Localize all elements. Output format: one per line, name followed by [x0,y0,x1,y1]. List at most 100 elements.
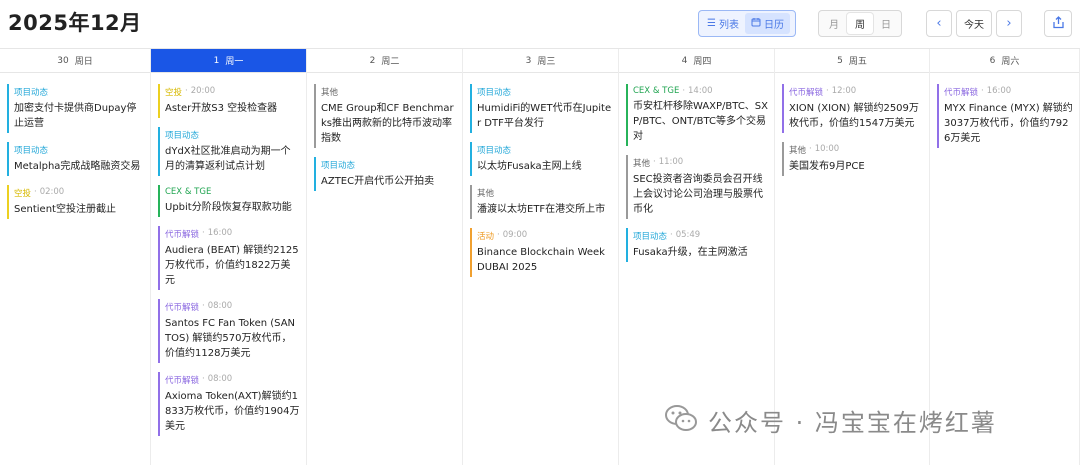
list-view-option[interactable]: ☰ 列表 [701,13,745,34]
event-card[interactable]: 项目动态 HumidiFi的WET代币在Jupiter DTF平台发行 [470,84,612,133]
weekday-label: 周日 [74,57,93,67]
event-category: 其他 [789,146,807,156]
event-category: 其他 [633,159,651,169]
event-card[interactable]: 代币解锁 · 08:00 Axioma Token(AXT)解锁约1833万枚代币，价… [158,372,300,436]
range-week-option[interactable]: 周 [847,13,873,34]
event-meta: 代币解锁 · 08:00 [165,374,300,386]
next-week-button[interactable]: › [996,10,1022,37]
event-category: 项目动态 [14,88,49,98]
event-meta: 项目动态 [477,144,612,156]
event-category: 代币解锁 [789,88,824,98]
day-events: 代币解锁 · 12:00 XION (XION) 解锁约2509万枚代币，价值约154… [775,73,929,176]
event-category: CEX & TGE [165,187,212,197]
event-card[interactable]: 其他 CME Group和CF Benchmarks推出两款新的比特币波动率指数 [314,84,456,148]
day-column: 3 周三 项目动态 HumidiFi的WET代币在Jupiter DTF平台发行 项目动… [463,49,619,465]
event-card[interactable]: 项目动态 Metalpha完成战略融资交易 [7,142,144,176]
event-card[interactable]: 空投 · 02:00 Sentient空投注册截止 [7,185,144,219]
event-time: 16:00 [207,228,233,238]
event-time: 16:00 [986,86,1012,96]
event-time: 11:00 [658,157,684,167]
weekday-label: 周三 [537,57,556,67]
weekday-label: 周一 [225,57,244,67]
event-card[interactable]: 其他潘渡以太坊ETF在港交所上市 [470,185,612,219]
event-time: 10:00 [814,144,840,154]
event-meta: 项目动态 [14,144,144,156]
day-header[interactable]: 6 周六 [930,49,1079,73]
event-card[interactable]: 代币解锁 · 08:00 Santos FC Fan Token (SANTOS) 解… [158,299,300,363]
day-events: CEX & TGE · 14:00 币安杠杆移除WAXP/BTC、SXP/BTC、ON… [619,73,774,262]
event-card[interactable]: 代币解锁 · 12:00 XION (XION) 解锁约2509万枚代币，价值约154… [782,84,923,133]
event-category: 代币解锁 [944,88,979,98]
event-card[interactable]: 活动 · 09:00 Binance Blockchain Week DUBAI 20… [470,228,612,277]
event-time: 14:00 [688,86,713,96]
event-card[interactable]: 项目动态 dYdX社区批准启动为期一个月的清算返利试点计划 [158,127,300,176]
day-column: 1 周一空投 · 20:00 Aster开放S3 空投检查器项目动态 dYdX社区批准启动… [151,49,307,465]
day-number: 2 [369,55,376,66]
event-card[interactable]: 项目动态 加密支付卡提供商Dupay停止运营 [7,84,144,133]
event-category: 项目动态 [477,88,512,98]
event-title: Metalpha完成战略融资交易 [14,161,141,172]
day-number: 1 [213,55,220,66]
event-card[interactable]: 其他 · 11:00 SEC投资者咨询委员会召开线上会议讨论公司治理与股票代币化 [626,155,768,219]
event-time: 20:00 [190,86,216,96]
event-meta: 其他 [321,86,456,98]
event-card[interactable]: 项目动态 · 05:49 Fusaka升级，在主网激活 [626,228,768,262]
event-card[interactable]: CEX & TGE · 14:00 币安杠杆移除WAXP/BTC、SXP/BTC、ON… [626,84,768,146]
event-title: Binance Blockchain Week DUBAI 2025 [477,247,605,273]
day-header[interactable]: 5 周五 [775,49,929,73]
event-meta: 项目动态 [477,86,612,98]
day-column: 30 周日 项目动态 加密支付卡提供商Dupay停止运营 项目动态 Metalpha完成战… [0,49,151,465]
event-title: XION (XION) 解锁约2509万枚代币，价值约1547万美元 [789,103,919,129]
weekday-label: 周六 [1001,57,1020,67]
event-category: 代币解锁 [165,303,200,313]
day-number: 6 [989,55,996,66]
event-time: 05:49 [675,230,701,240]
event-category: 项目动态 [633,232,668,242]
event-title: Sentient空投注册截止 [14,204,116,215]
day-events: 其他 CME Group和CF Benchmarks推出两款新的比特币波动率指数项… [307,73,462,191]
event-card[interactable]: 其他 · 10:00 美国发布9月PCE [782,142,923,176]
day-number: 30 [57,55,69,66]
today-button[interactable]: 今天 [956,10,992,37]
event-category: 项目动态 [14,146,49,156]
event-separator: · [682,86,686,96]
event-meta: 代币解锁 · 12:00 [789,86,923,98]
event-card[interactable]: CEX & TGE Upbit分阶段恢复存取款功能 [158,185,300,217]
day-header[interactable]: 1 周一 [151,49,306,73]
event-separator: · [202,228,205,238]
event-time: 12:00 [831,86,857,96]
range-month-option[interactable]: 月 [821,13,847,34]
event-time: 08:00 [207,374,233,384]
day-header[interactable]: 3 周三 [463,49,618,73]
prev-week-button[interactable]: ‹ [926,10,952,37]
event-card[interactable]: 空投 · 20:00 Aster开放S3 空投检查器 [158,84,300,118]
event-title: MYX Finance (MYX) 解锁约3037万枚代币，价值约7926万美元 [944,103,1073,144]
event-meta: 项目动态 [165,129,300,141]
event-card[interactable]: 代币解锁 · 16:00 Audiera (BEAT) 解锁约2125万枚代币，价值约… [158,226,300,290]
share-button[interactable] [1044,10,1072,37]
event-meta: 项目动态 [14,86,144,98]
event-category: 其他 [477,189,495,199]
event-meta: 其他 · 10:00 [789,144,923,156]
day-header[interactable]: 30 周日 [0,49,150,73]
event-card[interactable]: 项目动态 以太坊Fusaka主网上线 [470,142,612,176]
day-events: 项目动态 加密支付卡提供商Dupay停止运营 项目动态 Metalpha完成战略融资交… [0,73,150,219]
day-events: 空投 · 20:00 Aster开放S3 空投检查器项目动态 dYdX社区批准启动为期一… [151,73,306,436]
event-separator: · [202,374,205,384]
event-title: 潘渡以太坊ETF在港交所上市 [477,204,606,215]
wechat-icon [664,403,698,437]
calendar-view-option[interactable]: 日历 [744,13,790,34]
day-header[interactable]: 4 周四 [619,49,774,73]
day-events: 代币解锁 · 16:00 MYX Finance (MYX) 解锁约3037万枚代币，… [930,73,1079,148]
event-meta: 空投 · 02:00 [14,187,144,199]
event-card[interactable]: 代币解锁 · 16:00 MYX Finance (MYX) 解锁约3037万枚代币，… [937,84,1073,148]
event-card[interactable]: 项目动态 AZTEC开启代币公开拍卖 [314,157,456,191]
range-day-option[interactable]: 日 [873,13,899,34]
event-separator: · [653,157,656,167]
event-meta: 项目动态 [321,159,456,171]
event-title: Audiera (BEAT) 解锁约2125万枚代币，价值约1822万美元 [165,245,299,286]
event-meta: 代币解锁 · 08:00 [165,301,300,313]
event-separator: · [185,86,188,96]
event-meta: CEX & TGE · 14:00 [633,86,768,96]
day-header[interactable]: 2 周二 [307,49,462,73]
